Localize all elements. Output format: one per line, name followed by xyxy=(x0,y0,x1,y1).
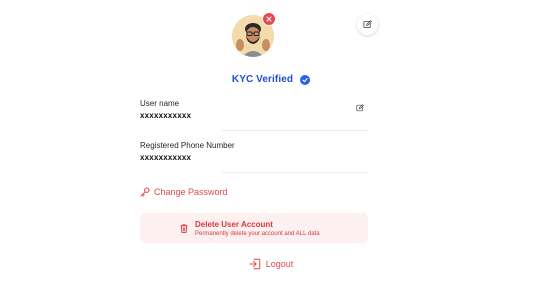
username-label: User name xyxy=(140,99,180,108)
change-password-label: Change Password xyxy=(154,187,228,197)
edit-icon xyxy=(363,20,372,29)
edit-icon xyxy=(356,104,364,112)
username-value: xxxxxxxxxxx xyxy=(140,111,192,120)
divider xyxy=(222,130,368,131)
username-field: User name xxxxxxxxxxx xyxy=(140,99,368,131)
delete-account-subtitle: Permanently delete your account and ALL … xyxy=(195,231,320,237)
edit-profile-button[interactable] xyxy=(357,14,378,35)
logout-icon xyxy=(249,258,261,270)
phone-value: xxxxxxxxxxx xyxy=(140,153,192,162)
edit-username-button[interactable] xyxy=(356,99,364,117)
delete-account-title: Delete User Account xyxy=(195,220,273,229)
divider xyxy=(222,172,368,173)
profile-page: KYC Verified User name xxxxxxxxxxx Regis… xyxy=(0,0,542,305)
change-password-button[interactable]: Change Password xyxy=(140,187,228,197)
key-icon xyxy=(140,187,150,197)
phone-field: Registered Phone Number xxxxxxxxxxx xyxy=(140,141,368,173)
remove-avatar-button[interactable] xyxy=(262,12,276,26)
close-icon xyxy=(266,16,272,22)
kyc-status-label: KYC Verified xyxy=(231,74,294,85)
avatar-container xyxy=(232,12,276,59)
logout-button[interactable]: Logout xyxy=(0,258,542,270)
check-badge-icon xyxy=(300,74,311,85)
delete-account-button[interactable]: Delete User Account Permanently delete y… xyxy=(140,213,368,243)
logout-label: Logout xyxy=(265,259,294,269)
kyc-status: KYC Verified xyxy=(0,74,542,85)
phone-label: Registered Phone Number xyxy=(140,141,235,150)
trash-icon xyxy=(180,224,188,233)
